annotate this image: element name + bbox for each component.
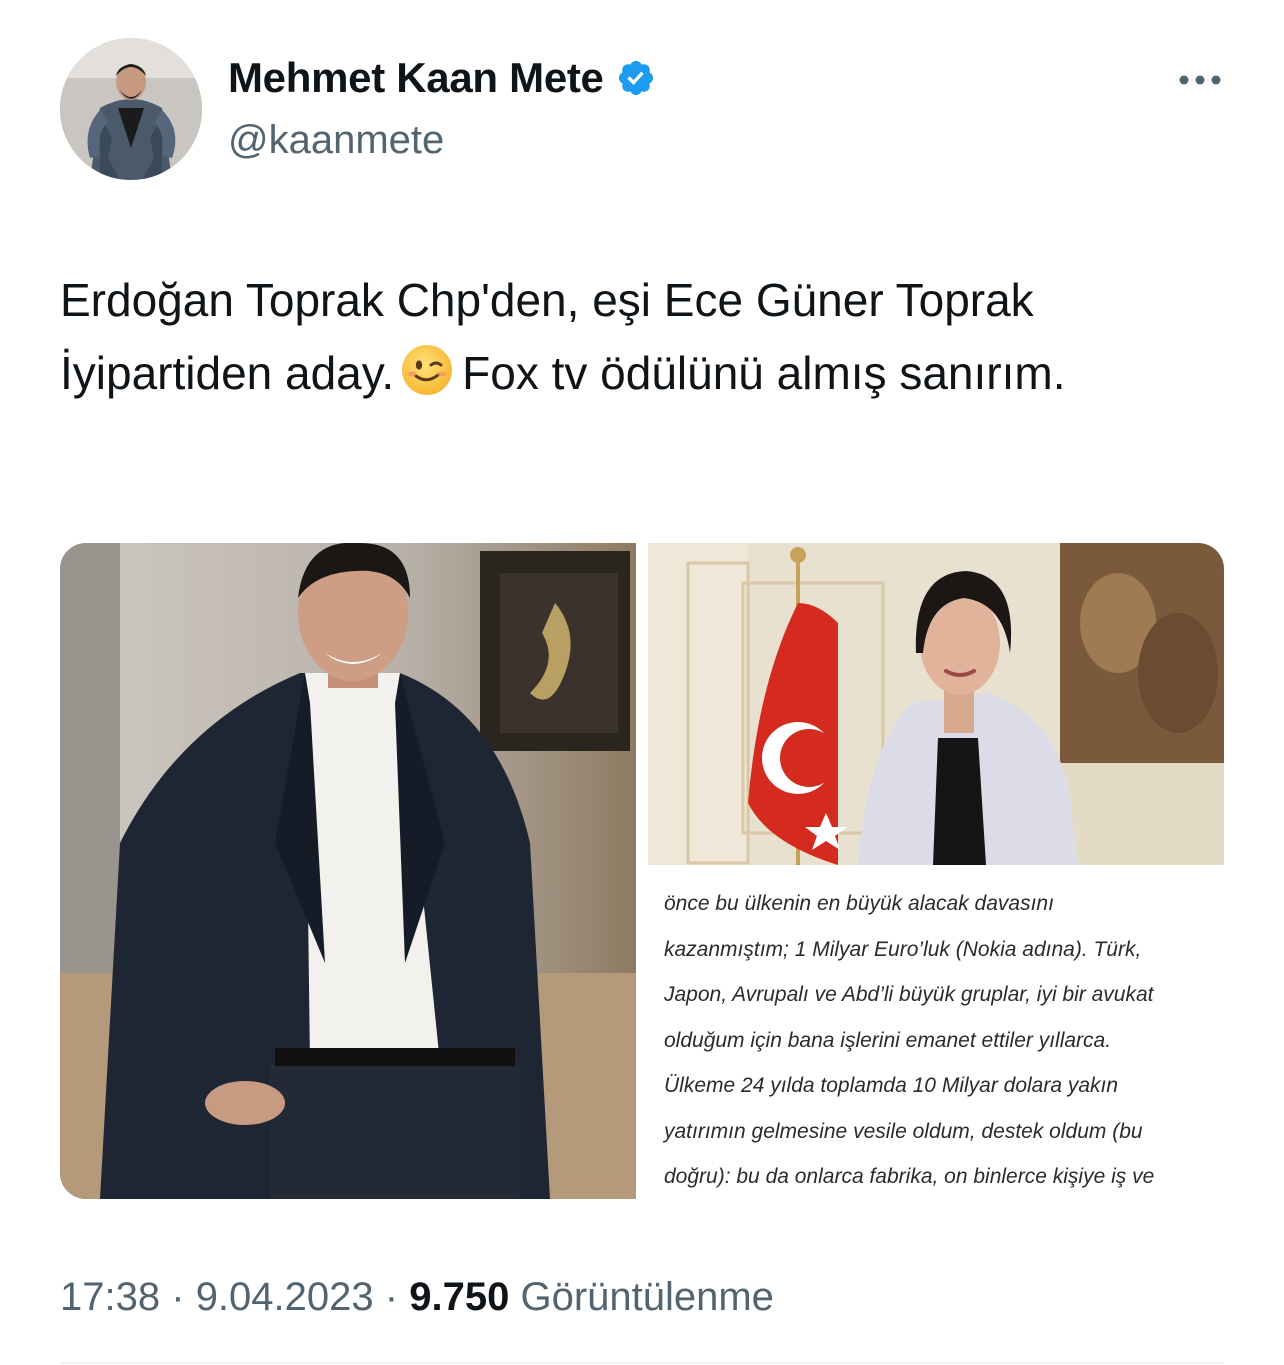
tweet-time[interactable]: 17:38 xyxy=(60,1275,160,1319)
meta-separator: · xyxy=(171,1275,185,1319)
views-count: 9.750 xyxy=(409,1275,510,1319)
more-icon xyxy=(1179,75,1221,85)
screenshot-text: önce bu ülkenin en büyük alacak davasını… xyxy=(664,881,1212,1199)
screenshot-text-line: Japon, Avrupalı ve Abd’li büyük gruplar,… xyxy=(664,983,1154,1006)
divider xyxy=(60,1362,1224,1364)
tweet-media-grid[interactable]: önce bu ülkenin en büyük alacak davasını… xyxy=(60,543,1224,1199)
photo-text-screenshot[interactable]: önce bu ülkenin en büyük alacak davasını… xyxy=(648,877,1224,1199)
tweet-text-part-2: Fox tv ödülünü almış sanırım. xyxy=(462,347,1066,399)
photo-man-in-suit[interactable] xyxy=(60,543,636,1199)
screenshot-text-line: kazanmıştım; 1 Milyar Euro’luk (Nokia ad… xyxy=(664,937,1142,961)
tweet-text: Erdoğan Toprak Chp'den, eşi Ece Güner To… xyxy=(60,264,1230,410)
tweet-meta: 17:38 · 9.04.2023 · 9.750 Görüntülenme xyxy=(60,1275,774,1320)
verified-badge-icon xyxy=(616,58,656,98)
screenshot-text-line: Ülkeme 24 yılda toplamda 10 Milyar dolar… xyxy=(664,1074,1119,1097)
tweet-date[interactable]: 9.04.2023 xyxy=(196,1275,374,1319)
photo-woman-with-flag[interactable] xyxy=(648,543,1224,865)
more-options-button[interactable] xyxy=(1176,70,1224,90)
author-avatar[interactable] xyxy=(60,38,202,180)
author-name-row[interactable]: Mehmet Kaan Mete xyxy=(228,54,656,102)
author-display-name[interactable]: Mehmet Kaan Mete xyxy=(228,54,604,102)
views-label: Görüntülenme xyxy=(520,1275,774,1319)
screenshot-text-line: önce bu ülkenin en büyük alacak davasını xyxy=(664,892,1054,915)
author-handle[interactable]: @kaanmete xyxy=(228,118,444,163)
avatar-image xyxy=(60,38,202,180)
screenshot-text-line: doğru): bu da onlarca fabrika, on binler… xyxy=(664,1165,1155,1188)
meta-separator: · xyxy=(384,1275,399,1319)
winking-face-emoji-icon xyxy=(400,343,454,397)
screenshot-text-line: yatırımın gelmesine vesile oldum, destek… xyxy=(664,1119,1143,1143)
screenshot-text-line: olduğum için bana işlerini emanet ettile… xyxy=(664,1028,1112,1052)
